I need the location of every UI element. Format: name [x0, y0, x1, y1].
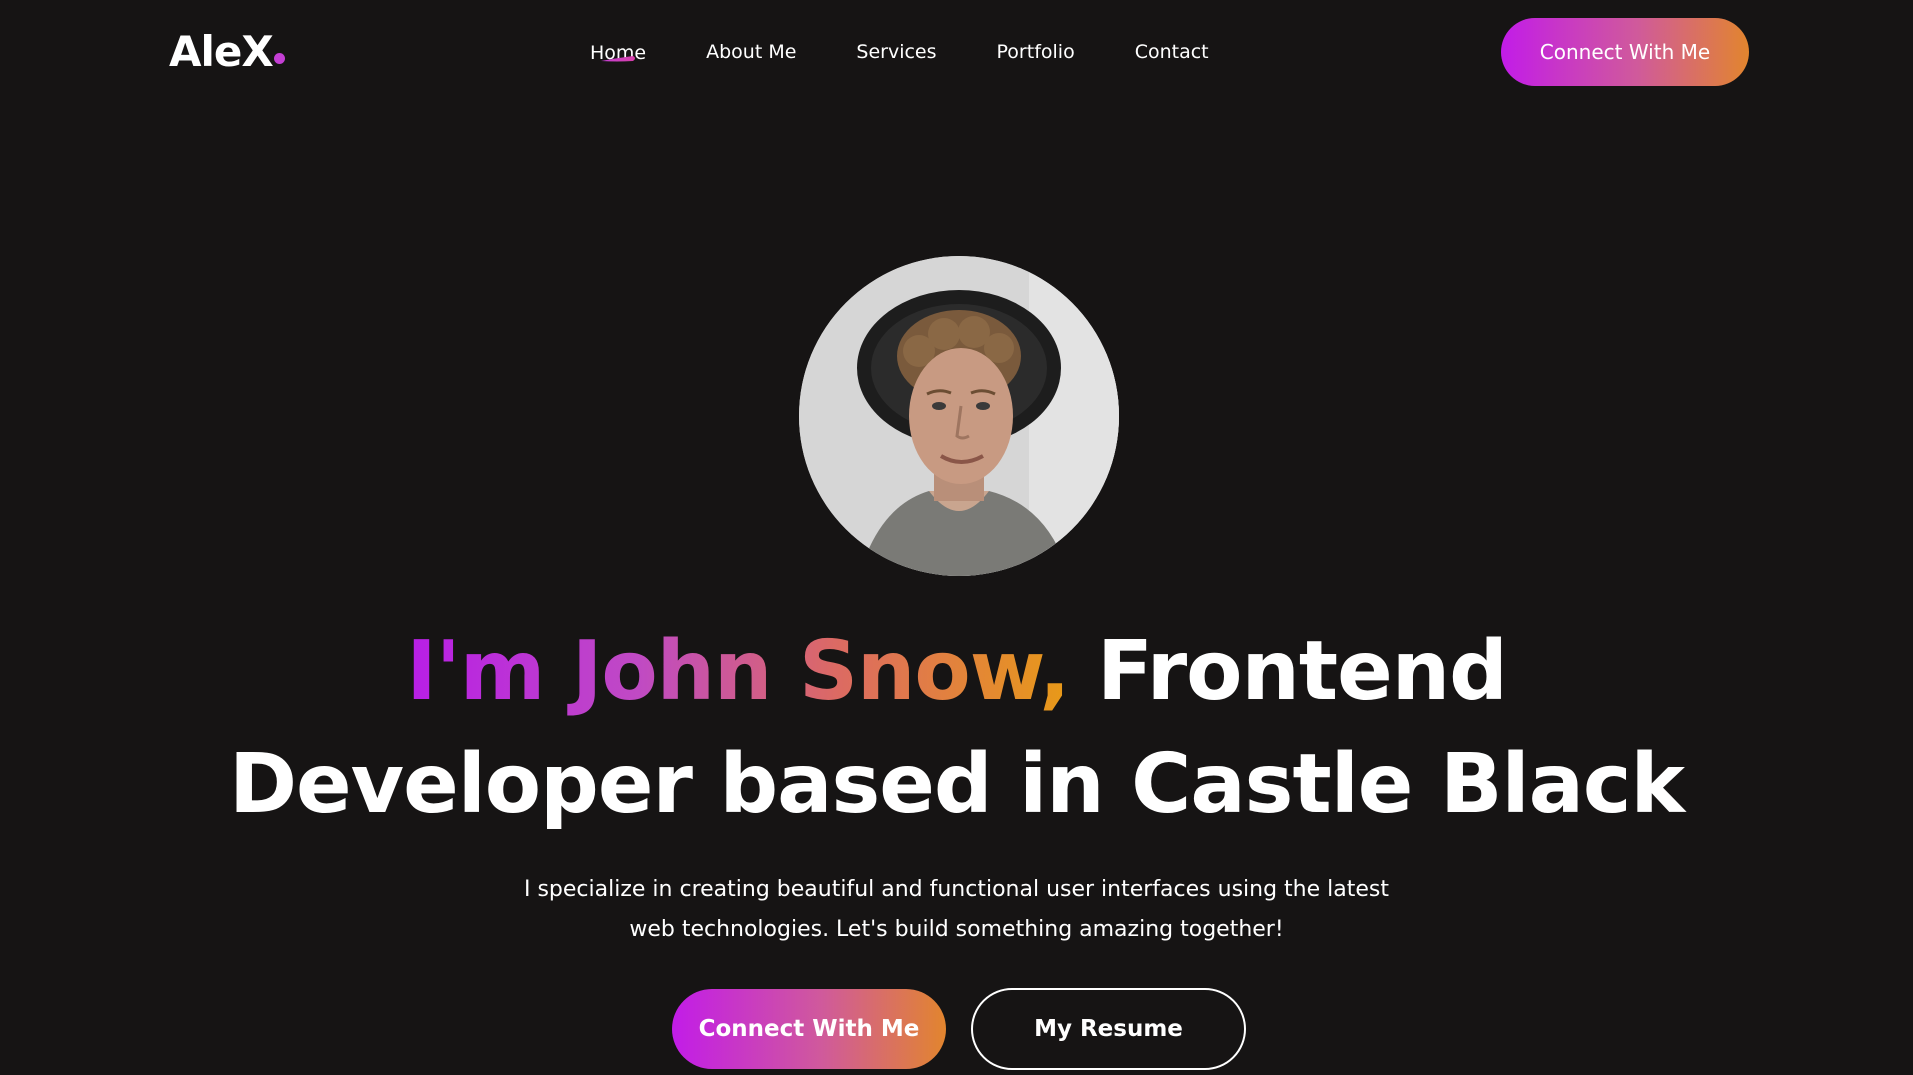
profile-photo-icon: [799, 256, 1119, 576]
hero-description: I specialize in creating beautiful and f…: [523, 877, 1389, 942]
hero-title-line2: Developer based in Castle Black: [228, 737, 1685, 832]
nav-item-label: Portfolio: [996, 41, 1075, 63]
nav-item-services[interactable]: Services: [826, 0, 966, 105]
nav-item-label: Contact: [1134, 41, 1209, 63]
logo-text: AleX: [169, 27, 274, 76]
hero-connect-button[interactable]: Connect With Me: [672, 989, 946, 1069]
nav-item-home[interactable]: Home: [560, 9, 676, 97]
nav-item-label: About Me: [706, 41, 797, 63]
hero-title-line1-rest: Frontend: [1096, 624, 1508, 719]
nav-links: Home About Me Services Portfolio Contact: [560, 0, 1239, 105]
profile-avatar: [799, 256, 1119, 576]
nav-item-contact[interactable]: Contact: [1105, 0, 1239, 105]
logo-dot-icon: [273, 53, 285, 64]
hero-title-highlight: I'm John Snow,: [406, 624, 1070, 719]
logo[interactable]: AleX: [169, 26, 285, 78]
nav-item-about[interactable]: About Me: [676, 0, 826, 105]
page: AleX Home About Me Services Portfolio Co…: [0, 0, 1913, 1075]
hero-actions: Connect With Me My Resume: [0, 988, 1913, 1070]
navbar: AleX Home About Me Services Portfolio Co…: [0, 0, 1913, 105]
active-underline-icon: [601, 55, 636, 61]
nav-item-label: Services: [856, 41, 937, 63]
resume-button[interactable]: My Resume: [971, 988, 1246, 1070]
nav-item-portfolio[interactable]: Portfolio: [967, 0, 1105, 105]
nav-connect-button[interactable]: Connect With Me: [1501, 18, 1749, 86]
hero-title: I'm John Snow, Frontend Developer based …: [0, 615, 1913, 841]
